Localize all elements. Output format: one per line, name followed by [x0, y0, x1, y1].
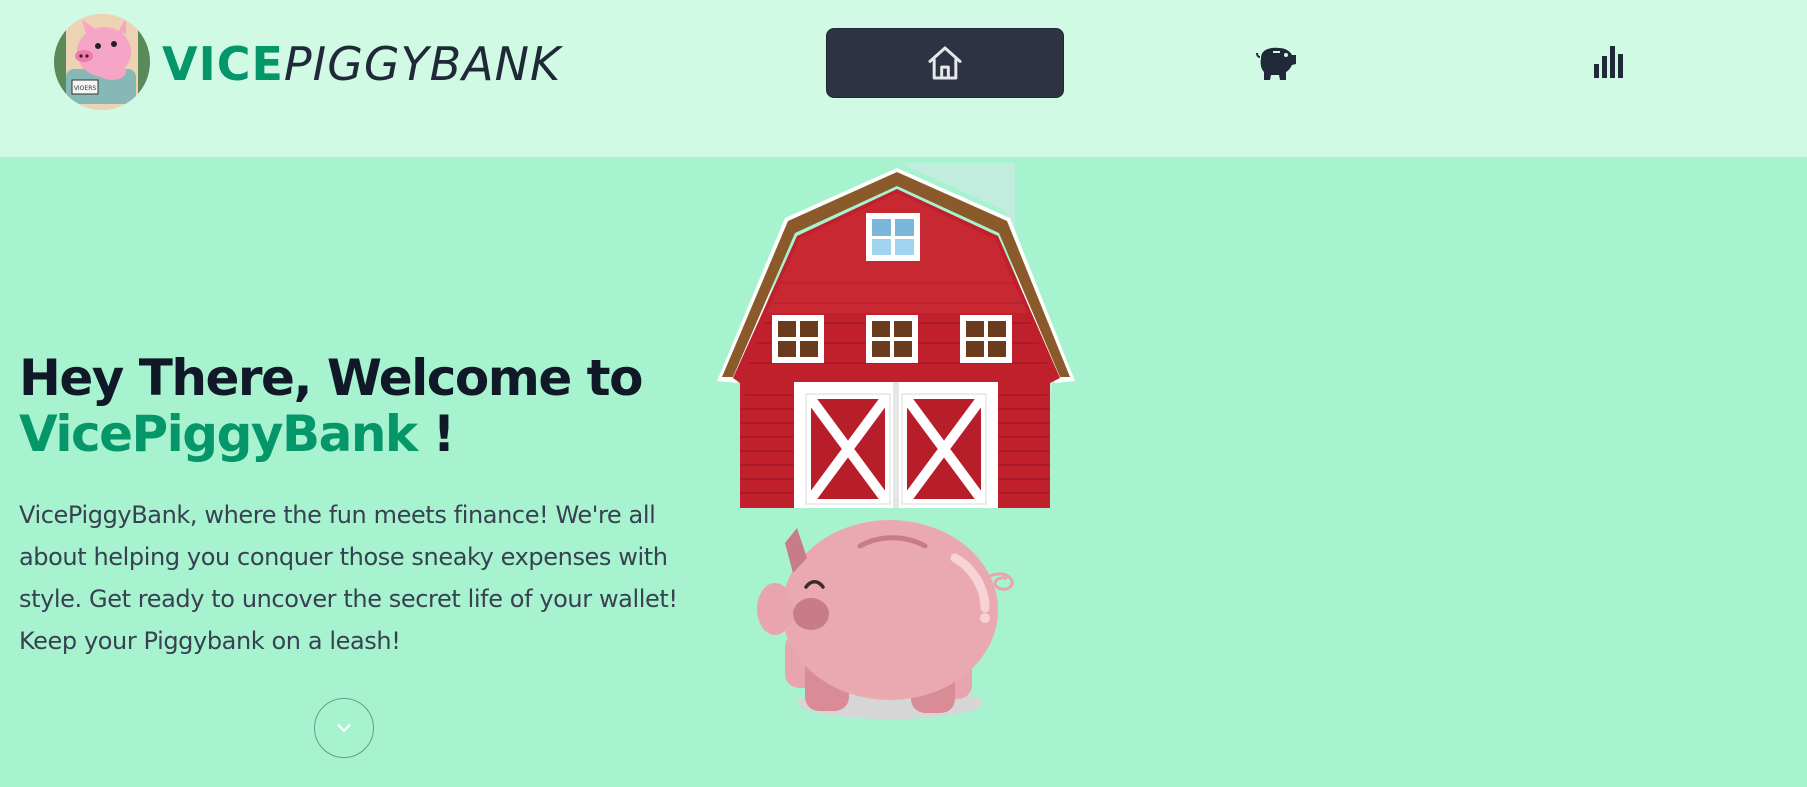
pig-mascot-icon: VIOERS: [54, 14, 150, 110]
hero-description: VicePiggyBank, where the fun meets finan…: [19, 501, 678, 655]
brand-logotype[interactable]: VICEPIGGYBANK: [162, 36, 561, 92]
piggy-bank-icon: [1256, 47, 1296, 80]
scroll-down-button[interactable]: [314, 698, 374, 758]
nav-stats-button[interactable]: [1588, 40, 1632, 84]
brand-italic: PIGGYBANK: [283, 37, 562, 91]
logo-sign-text: VIOERS: [74, 85, 97, 92]
hero-title-line1: Hey There, Welcome to: [19, 349, 643, 407]
nav-piggybank-button[interactable]: [1254, 40, 1298, 84]
hero-title-brand: VicePiggyBank: [19, 405, 418, 463]
chevron-down-icon: [337, 724, 351, 732]
barn-piggy-illustration: [717, 163, 1075, 719]
hero-title: Hey There, Welcome to VicePiggyBank !: [19, 349, 643, 463]
hero-title-suffix: !: [416, 405, 456, 463]
bar-chart-icon: [1594, 46, 1623, 78]
top-nav-bar: VIOERS VICEPIGGYBANK: [0, 0, 1807, 157]
brand-bold: VICE: [162, 37, 284, 91]
nav-home-button[interactable]: [826, 28, 1064, 98]
logo-avatar[interactable]: VIOERS: [54, 14, 150, 110]
home-icon: [928, 46, 962, 80]
